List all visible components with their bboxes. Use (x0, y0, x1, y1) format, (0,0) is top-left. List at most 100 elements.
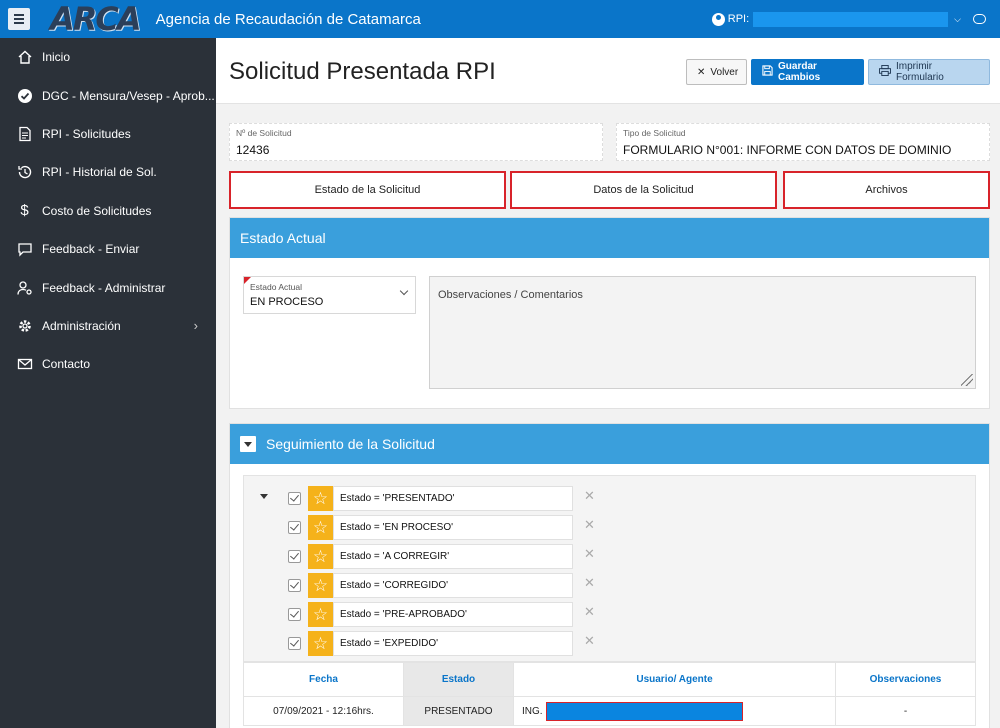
filter-checkbox[interactable] (288, 579, 301, 592)
filter-expression[interactable]: Estado = 'A CORREGIR' (333, 544, 573, 569)
check-circle-icon (15, 86, 34, 105)
main-content: Solicitud Presentada RPI ✕ Volver Guarda… (216, 38, 1000, 728)
observaciones-textarea[interactable]: Observaciones / Comentarios (429, 276, 976, 389)
star-icon: ☆ (308, 515, 333, 540)
filter-expression[interactable]: Estado = 'EXPEDIDO' (333, 631, 573, 656)
sidebar-item-label: DGC - Mensura/Vesep - Aprob... (42, 88, 215, 103)
close-icon: ✕ (697, 66, 706, 78)
remove-filter-icon[interactable]: ✕ (584, 546, 595, 562)
sidebar-item-rpi-solicitudes[interactable]: RPI - Solicitudes (0, 115, 216, 153)
filter-expression[interactable]: Estado = 'PRESENTADO' (333, 486, 573, 511)
star-icon: ☆ (308, 486, 333, 511)
sidebar-item-label: Inicio (42, 50, 71, 65)
user-gear-icon (15, 278, 34, 297)
remove-filter-icon[interactable]: ✕ (584, 604, 595, 620)
star-icon: ☆ (308, 602, 333, 627)
table-header-row: Fecha Estado Usuario/ Agente Observacion… (243, 662, 976, 697)
page-header: Solicitud Presentada RPI ✕ Volver Guarda… (216, 38, 1000, 104)
filter-group-toggle-icon[interactable] (260, 494, 268, 499)
dollar-icon: $ (20, 202, 29, 220)
history-icon (15, 163, 34, 182)
sidebar: Inicio DGC - Mensura/Vesep - Aprob... RP… (0, 38, 216, 728)
sidebar-item-rpi-historial[interactable]: RPI - Historial de Sol. (0, 153, 216, 191)
remove-filter-icon[interactable]: ✕ (584, 633, 595, 649)
guardar-label: Guardar Cambios (778, 61, 821, 83)
filter-checkbox[interactable] (288, 492, 301, 505)
sidebar-item-dgc[interactable]: DGC - Mensura/Vesep - Aprob... (0, 76, 216, 114)
seguimiento-title: Seguimiento de la Solicitud (266, 436, 435, 452)
table-row: 07/09/2021 - 12:16hrs. PRESENTADO ING. - (243, 696, 976, 726)
filter-checkbox[interactable] (288, 608, 301, 621)
tab-estado-solicitud[interactable]: Estado de la Solicitud (229, 171, 506, 209)
mail-icon (15, 355, 34, 374)
filter-expression[interactable]: Estado = 'PRE-APROBADO' (333, 602, 573, 627)
seguimiento-panel: Seguimiento de la Solicitud ☆ Estado = '… (229, 423, 990, 728)
filter-checkbox[interactable] (288, 550, 301, 563)
column-header-observaciones[interactable]: Observaciones (835, 662, 976, 697)
estado-actual-header: Estado Actual (230, 218, 989, 258)
sidebar-item-label: Feedback - Enviar (42, 242, 140, 257)
top-bar: ARCA Agencia de Recaudación de Catamarca… (0, 0, 1000, 38)
guardar-cambios-button[interactable]: Guardar Cambios (751, 59, 864, 85)
menu-toggle-button[interactable] (8, 8, 30, 30)
estado-actual-select[interactable]: Estado Actual EN PROCESO (243, 276, 416, 314)
resize-handle-icon[interactable] (961, 374, 973, 386)
sidebar-item-contacto[interactable]: Contacto (0, 345, 216, 383)
filter-expression[interactable]: Estado = 'EN PROCESO' (333, 515, 573, 540)
cell-estado: PRESENTADO (403, 696, 514, 726)
agency-name: Agencia de Recaudación de Catamarca (155, 10, 421, 28)
sidebar-item-feedback-administrar[interactable]: Feedback - Administrar (0, 268, 216, 306)
column-header-estado[interactable]: Estado (403, 662, 514, 697)
sidebar-item-inicio[interactable]: Inicio (0, 38, 216, 76)
sidebar-item-label: Costo de Solicitudes (42, 203, 152, 218)
cell-fecha: 07/09/2021 - 12:16hrs. (243, 696, 404, 726)
filter-checkbox[interactable] (288, 637, 301, 650)
tipo-solicitud-label: Tipo de Solicitud (623, 128, 686, 138)
document-icon (15, 124, 34, 143)
estado-actual-panel: Estado Actual Estado Actual EN PROCESO O… (229, 217, 990, 409)
filter-row: ☆ Estado = 'PRE-APROBADO' ✕ (244, 602, 977, 628)
tab-datos-solicitud[interactable]: Datos de la Solicitud (510, 171, 777, 209)
user-name-redacted (753, 11, 949, 27)
filter-checkbox[interactable] (288, 521, 301, 534)
required-flag-icon (244, 277, 251, 284)
collapse-toggle-button[interactable] (240, 436, 256, 452)
column-header-fecha[interactable]: Fecha (243, 662, 404, 697)
user-icon (711, 12, 725, 26)
cell-observaciones: - (835, 696, 976, 726)
tipo-solicitud-field: Tipo de Solicitud FORMULARIO N°001: INFO… (616, 123, 990, 161)
cell-usuario: ING. (513, 696, 836, 726)
filter-row: ☆ Estado = 'CORREGIDO' ✕ (244, 573, 977, 599)
imprimir-formulario-button[interactable]: Imprimir Formulario (868, 59, 990, 85)
remove-filter-icon[interactable]: ✕ (584, 517, 595, 533)
sidebar-item-administracion[interactable]: Administración › (0, 307, 216, 345)
seguimiento-table: Fecha Estado Usuario/ Agente Observacion… (243, 662, 976, 726)
user-menu[interactable]: RPI: ⌵ (711, 11, 1000, 27)
filter-row: ☆ Estado = 'PRESENTADO' ✕ (244, 486, 977, 512)
agent-name-redacted (545, 701, 743, 721)
star-icon: ☆ (308, 573, 333, 598)
tab-archivos[interactable]: Archivos (783, 171, 990, 209)
nro-solicitud-value: 12436 (236, 143, 270, 157)
volver-label: Volver (710, 66, 739, 78)
filter-expression[interactable]: Estado = 'CORREGIDO' (333, 573, 573, 598)
sidebar-item-label: Contacto (42, 357, 91, 372)
remove-filter-icon[interactable]: ✕ (584, 488, 595, 504)
sidebar-item-costo[interactable]: $ Costo de Solicitudes (0, 192, 216, 230)
filter-row: ☆ Estado = 'EN PROCESO' ✕ (244, 515, 977, 541)
arca-logo[interactable]: ARCA (50, 0, 142, 38)
estado-actual-label: Estado Actual (250, 282, 302, 292)
chat-icon[interactable] (973, 14, 986, 24)
nro-solicitud-label: Nº de Solicitud (236, 128, 292, 138)
sidebar-item-feedback-enviar[interactable]: Feedback - Enviar (0, 230, 216, 268)
seguimiento-header: Seguimiento de la Solicitud (230, 424, 989, 464)
star-icon: ☆ (308, 544, 333, 569)
remove-filter-icon[interactable]: ✕ (584, 575, 595, 591)
caret-down-icon (244, 441, 252, 447)
volver-button[interactable]: ✕ Volver (686, 59, 747, 85)
nro-solicitud-field: Nº de Solicitud 12436 (229, 123, 603, 161)
user-label: RPI: (727, 13, 750, 25)
chevron-down-icon[interactable]: ⌵ (954, 14, 961, 25)
column-header-usuario[interactable]: Usuario/ Agente (513, 662, 836, 697)
filter-row: ☆ Estado = 'EXPEDIDO' ✕ (244, 631, 977, 657)
